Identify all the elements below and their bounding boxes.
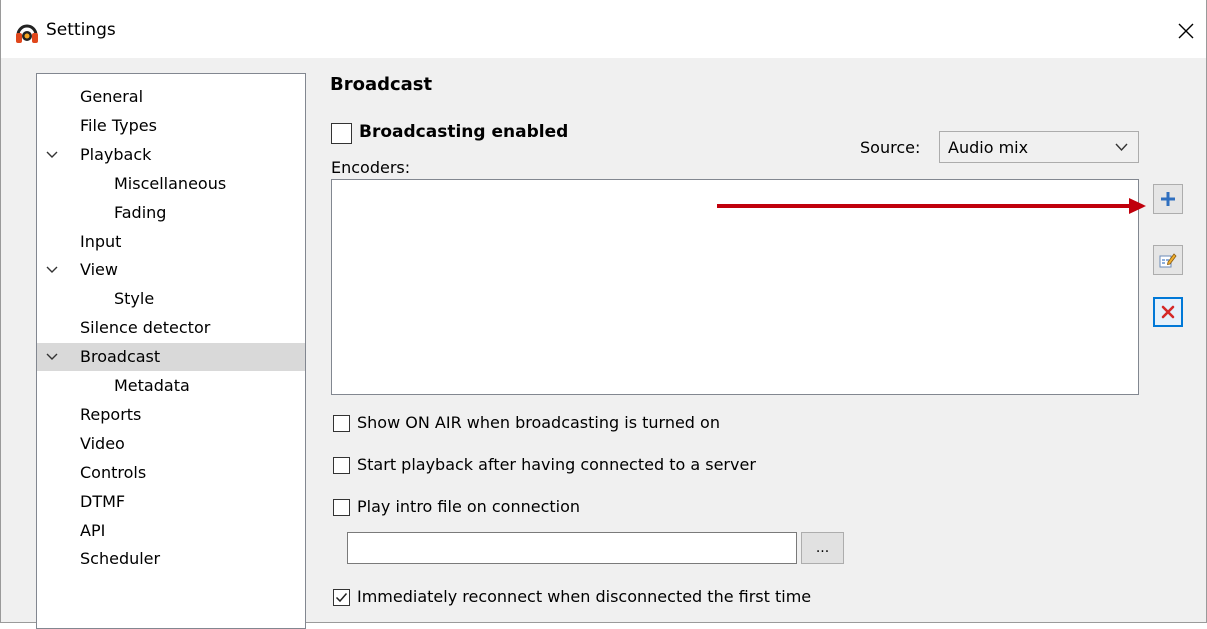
sidebar-item-style[interactable]: Style [37,285,305,313]
chevron-down-icon[interactable] [45,150,59,160]
sidebar-item-scheduler[interactable]: Scheduler [37,545,305,573]
show-on-air-label: Show ON AIR when broadcasting is turned … [357,413,720,432]
sidebar-item-label: File Types [80,116,157,135]
chevron-down-icon[interactable] [45,265,59,275]
broadcasting-enabled-checkbox[interactable] [331,123,352,144]
source-label: Source: [860,138,921,157]
start-playback-checkbox[interactable] [333,457,350,474]
settings-nav-tree: General File Types Playback Miscellaneous Fa… [36,73,306,629]
sidebar-item-fading[interactable]: Fading [37,199,305,227]
source-select[interactable]: Audio mix [939,131,1139,163]
sidebar-item-silence-detector[interactable]: Silence detector [37,314,305,342]
sidebar-item-general[interactable]: General [37,83,305,111]
sidebar-item-label: Playback [80,145,152,164]
chevron-down-icon[interactable] [45,352,59,362]
edit-encoder-button[interactable] [1153,245,1183,275]
play-intro-checkbox[interactable] [333,499,350,516]
sidebar-item-label: Input [80,232,122,251]
page-title: Broadcast [330,74,433,95]
close-button[interactable] [1170,16,1202,46]
show-on-air-checkbox[interactable] [333,415,350,432]
sidebar-item-label: Scheduler [80,549,161,568]
delete-icon [1161,305,1175,319]
sidebar-item-label: Broadcast [80,347,161,366]
sidebar-item-input[interactable]: Input [37,228,305,256]
remove-encoder-button[interactable] [1153,297,1183,327]
sidebar-item-label: API [80,521,106,540]
sidebar-item-controls[interactable]: Controls [37,459,305,487]
sidebar-item-miscellaneous[interactable]: Miscellaneous [37,170,305,198]
close-icon [1178,23,1194,39]
reconnect-checkbox[interactable] [333,589,350,606]
sidebar-item-label: Miscellaneous [114,174,227,193]
play-intro-label: Play intro file on connection [357,497,581,516]
encoders-label: Encoders: [331,158,411,177]
sidebar-item-file-types[interactable]: File Types [37,112,305,140]
sidebar-item-reports[interactable]: Reports [37,401,305,429]
broadcasting-enabled-label: Broadcasting enabled [359,122,569,142]
dialog-content: General File Types Playback Miscellaneous Fa… [1,58,1206,629]
source-select-value: Audio mix [948,138,1029,157]
checkmark-icon [335,593,348,603]
sidebar-item-metadata[interactable]: Metadata [37,372,305,400]
start-playback-label: Start playback after having connected to… [357,455,756,474]
intro-file-input[interactable] [347,532,797,564]
sidebar-item-broadcast[interactable]: Broadcast [37,343,305,371]
sidebar-item-playback[interactable]: Playback [37,141,305,169]
sidebar-item-label: Video [80,434,125,453]
window-title: Settings [46,20,116,40]
sidebar-item-label: Reports [80,405,142,424]
sidebar-item-label: View [80,260,118,279]
sidebar-item-label: General [80,87,144,106]
plus-icon [1161,192,1175,206]
sidebar-item-label: Silence detector [80,318,211,337]
sidebar-item-label: Metadata [114,376,190,395]
sidebar-item-label: Controls [80,463,147,482]
chevron-down-icon [1115,143,1128,152]
sidebar-item-api[interactable]: API [37,517,305,545]
reconnect-label: Immediately reconnect when disconnected … [357,587,812,606]
sidebar-item-label: Style [114,289,155,308]
app-headphones-icon [15,21,39,45]
sidebar-item-label: Fading [114,203,167,222]
sidebar-item-video[interactable]: Video [37,430,305,458]
title-bar: Settings [1,0,1206,58]
browse-button[interactable]: ... [801,532,844,564]
encoders-list[interactable] [331,179,1139,395]
sidebar-item-view[interactable]: View [37,256,305,284]
settings-window: Settings General File Types Playback Miscel… [0,0,1207,629]
add-encoder-button[interactable] [1153,184,1183,214]
sidebar-item-label: DTMF [80,492,126,511]
broadcast-panel: Broadcast Broadcasting enabled Encoders:… [306,58,1206,622]
sidebar-item-dtmf[interactable]: DTMF [37,488,305,516]
edit-icon [1159,253,1177,268]
